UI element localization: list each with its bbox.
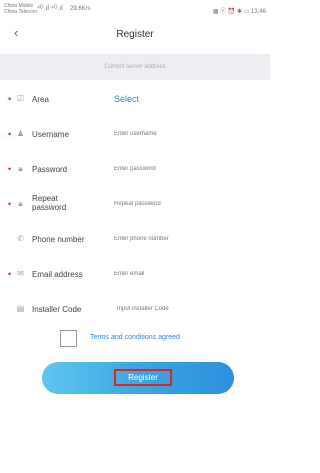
terms-row: Terms and conditions agreed (60, 330, 220, 347)
page-title: Register (116, 29, 154, 40)
signal-icon: ⁴ᴳ.ıl ⁴ᴳ.ıl (37, 5, 63, 12)
carrier-info: China Mobile China Telecom (4, 3, 37, 15)
network-speed: 29.6K/s (70, 6, 91, 12)
server-address-bar[interactable]: Current server address (0, 54, 270, 80)
email-input[interactable] (114, 270, 254, 279)
area-select[interactable]: Select (114, 94, 139, 104)
username-row: • ♟ Username (0, 121, 270, 147)
terms-link[interactable]: Terms and conditions agreed (90, 334, 180, 341)
area-icon: ☑ (16, 94, 25, 103)
installer-code-row: ▤ Installer Code (0, 296, 270, 322)
email-row: • ✉ Email address (0, 261, 270, 287)
lock-icon: 🔒︎ (18, 199, 23, 208)
status-bar: China Mobile China Telecom ⁴ᴳ.ıl ⁴ᴳ.ıl 2… (0, 0, 270, 20)
area-label: Area (32, 95, 49, 104)
required-marker: • (8, 164, 12, 174)
repeat-password-input[interactable] (114, 200, 254, 209)
phone-row: ✆ Phone number (0, 226, 270, 252)
required-marker: • (8, 269, 12, 279)
installer-code-input[interactable] (117, 305, 257, 314)
phone-label: Phone number (32, 235, 85, 244)
required-marker: • (8, 94, 12, 104)
phone-icon: ✆ (17, 234, 24, 243)
password-row: • 🔒︎ Password (0, 156, 270, 182)
password-label: Password (32, 165, 68, 174)
area-row[interactable]: • ☑ Area Select (0, 86, 270, 112)
lock-icon: 🔒︎ (18, 164, 23, 173)
repeat-password-label: Repeat password (32, 194, 67, 212)
username-label: Username (32, 130, 69, 139)
register-button-label: Register (114, 369, 172, 386)
required-marker: • (8, 199, 12, 209)
carrier-line-2: China Telecom (4, 9, 37, 15)
id-icon: ▤ (16, 304, 25, 313)
user-icon: ♟ (16, 129, 25, 138)
password-input[interactable] (114, 165, 254, 174)
repeat-password-row: • 🔒︎ Repeat password (0, 191, 270, 217)
required-marker: • (8, 129, 12, 139)
terms-checkbox[interactable] (60, 330, 77, 347)
nav-bar: ‹ Register (0, 20, 270, 48)
installer-code-label: Installer Code (32, 305, 82, 314)
username-input[interactable] (114, 130, 254, 139)
register-button[interactable]: Register (42, 362, 234, 394)
phone-input[interactable] (114, 235, 254, 244)
email-label: Email address (32, 270, 83, 279)
mail-icon: ✉ (17, 269, 24, 278)
status-icons-time: ▦ ⓝ ⏰ ✱ ▭ 13:46 (212, 9, 266, 15)
